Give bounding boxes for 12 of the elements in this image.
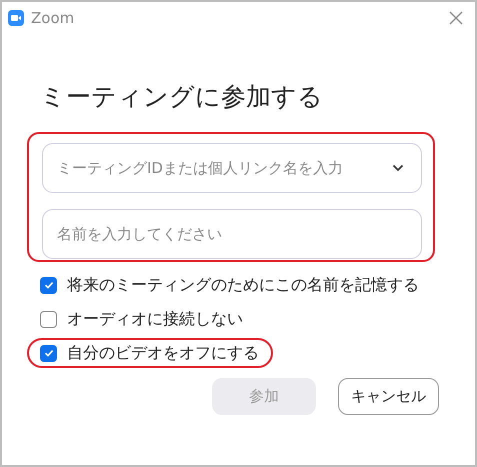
dialog-heading: ミーティングに参加する [40,81,324,113]
video-camera-icon [8,10,24,26]
checkbox-label[interactable]: オーディオに接続しない [67,308,243,330]
checkbox-label[interactable]: 自分のビデオをオフにする [67,342,259,364]
checkbox-label[interactable]: 将来のミーティングのためにこの名前を記憶する [67,274,419,296]
chevron-down-icon[interactable] [392,164,404,172]
close-icon[interactable] [449,11,463,25]
cancel-button[interactable]: キャンセル [338,378,439,415]
name-field[interactable]: 名前を入力してください [42,209,422,259]
meeting-id-field[interactable]: ミーティングIDまたは個人リンク名を入力 [42,143,422,193]
checkbox[interactable] [40,310,57,328]
window-title: Zoom [31,9,76,27]
